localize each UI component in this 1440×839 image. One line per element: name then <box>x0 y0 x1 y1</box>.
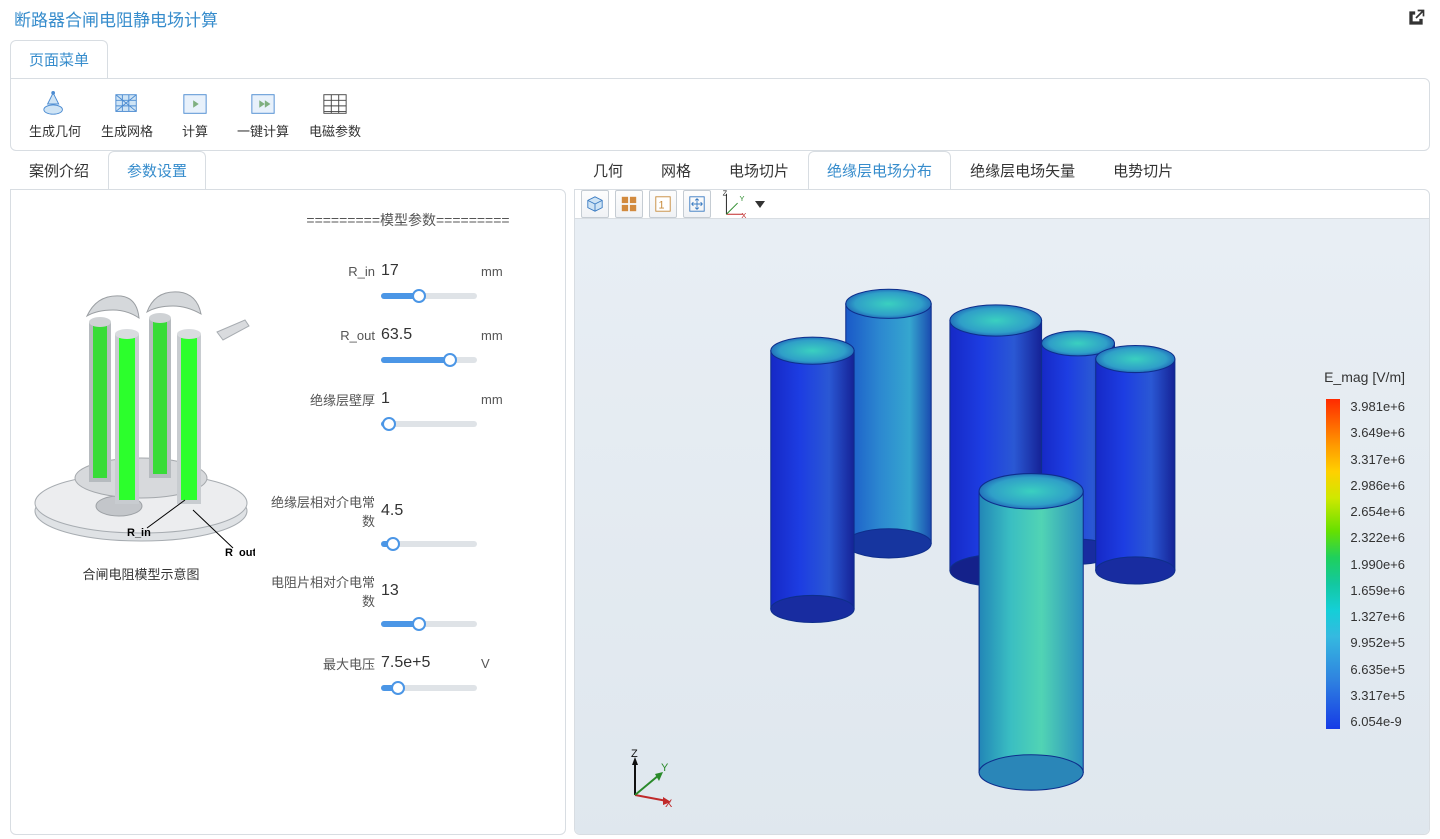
frame-tab-page-menu[interactable]: 页面菜单 <box>10 40 108 78</box>
legend-label: 1.990e+6 <box>1350 557 1405 572</box>
svg-text:X: X <box>665 798 673 807</box>
param-slider-ins-perm[interactable] <box>381 536 477 552</box>
color-legend: 3.981e+6 3.649e+6 3.317e+6 2.986e+6 2.65… <box>1326 399 1405 729</box>
param-unit-r-in: mm <box>481 264 515 279</box>
left-tabs: 案例介绍 参数设置 <box>10 155 566 189</box>
param-label-r-out: R_out <box>267 328 377 343</box>
tab-geometry[interactable]: 几何 <box>574 151 642 189</box>
svg-text:X: X <box>741 211 746 218</box>
one-click-label: 一键计算 <box>237 121 289 140</box>
param-slider-ins-thickness[interactable] <box>381 416 477 432</box>
compute-icon <box>180 91 210 117</box>
param-input-max-v[interactable] <box>381 652 477 674</box>
param-heading: =========模型参数========= <box>267 210 549 230</box>
tab-insulation-efield[interactable]: 绝缘层电场分布 <box>808 151 951 189</box>
reset-view-icon <box>620 195 638 213</box>
table-icon <box>320 91 350 117</box>
legend-label: 3.649e+6 <box>1350 425 1405 440</box>
compute-button[interactable]: 计算 <box>163 87 227 144</box>
diagram-label-rout: R_out <box>225 547 255 556</box>
param-unit-max-v: V <box>481 656 515 671</box>
param-unit-r-out: mm <box>481 328 515 343</box>
colorbar <box>1326 399 1340 729</box>
param-slider-r-out[interactable] <box>381 352 477 368</box>
right-tabs: 几何 网格 电场切片 绝缘层电场分布 绝缘层电场矢量 电势切片 <box>574 155 1430 189</box>
reset-view-button[interactable] <box>615 190 643 218</box>
move-icon <box>688 195 706 213</box>
legend-label: 2.322e+6 <box>1350 530 1405 545</box>
legend-label: 3.317e+5 <box>1350 688 1405 703</box>
geometry-icon <box>40 91 70 117</box>
param-input-ins-thickness[interactable] <box>381 388 477 410</box>
one-click-icon <box>248 91 278 117</box>
diagram-label-rin: R_in <box>127 527 151 539</box>
legend-label: 3.981e+6 <box>1350 399 1405 414</box>
axis-triad-icon: Z Y X <box>717 190 747 218</box>
tab-param-settings[interactable]: 参数设置 <box>108 151 206 189</box>
model-caption: 合闸电阻模型示意图 <box>82 564 199 583</box>
tab-mesh[interactable]: 网格 <box>642 151 710 189</box>
param-input-ins-perm[interactable] <box>381 500 477 522</box>
legend-label: 1.327e+6 <box>1350 609 1405 624</box>
em-param-label: 电磁参数 <box>309 121 361 140</box>
param-input-r-out[interactable] <box>381 324 477 346</box>
render-viewport[interactable]: E_mag [V/m] 3.981e+6 3.649e+6 3.317e+6 2… <box>575 219 1429 835</box>
gen-mesh-label: 生成网格 <box>101 121 153 140</box>
legend-label: 2.986e+6 <box>1350 478 1405 493</box>
tab-potential-slice[interactable]: 电势切片 <box>1094 151 1192 189</box>
main-toolbar: 生成几何 生成网格 计算 一键计算 电磁参数 <box>10 78 1430 151</box>
model-diagram: R_in R_out <box>27 256 255 556</box>
param-unit-ins-thickness: mm <box>481 392 515 407</box>
open-external-icon[interactable] <box>1406 8 1426 28</box>
legend-label: 6.635e+5 <box>1350 662 1405 677</box>
gen-geom-button[interactable]: 生成几何 <box>19 87 91 144</box>
legend-label: 2.654e+6 <box>1350 504 1405 519</box>
scene-light-button[interactable]: 1 <box>649 190 677 218</box>
corner-axis-triad: Z Y X <box>615 747 675 807</box>
legend-label: 9.952e+5 <box>1350 635 1405 650</box>
svg-text:1: 1 <box>659 200 665 212</box>
param-label-r-in: R_in <box>267 264 377 279</box>
param-slider-r-in[interactable] <box>381 288 477 304</box>
param-label-max-v: 最大电压 <box>267 654 377 673</box>
app-title: 断路器合闸电阻静电场计算 <box>14 6 218 31</box>
tab-case-intro[interactable]: 案例介绍 <box>10 151 108 189</box>
gen-geom-label: 生成几何 <box>29 121 81 140</box>
render-scene <box>575 219 1429 835</box>
param-input-res-perm[interactable] <box>381 580 477 602</box>
em-param-button[interactable]: 电磁参数 <box>299 87 371 144</box>
param-slider-res-perm[interactable] <box>381 616 477 632</box>
gen-mesh-button[interactable]: 生成网格 <box>91 87 163 144</box>
legend-label: 3.317e+6 <box>1350 452 1405 467</box>
svg-text:Z: Z <box>723 190 728 198</box>
mesh-icon <box>112 91 142 117</box>
tab-efield-slice[interactable]: 电场切片 <box>710 151 808 189</box>
param-label-ins-thickness: 绝缘层壁厚 <box>267 390 377 409</box>
svg-text:Y: Y <box>661 762 669 774</box>
view-menu-caret-icon[interactable] <box>755 201 765 208</box>
legend-title: E_mag [V/m] <box>1324 369 1405 385</box>
frame-tabs: 页面菜单 <box>10 40 1430 78</box>
svg-text:Y: Y <box>739 194 744 203</box>
param-column: =========模型参数========= R_in mm R_out <box>267 210 549 716</box>
scene-light-icon: 1 <box>654 195 672 213</box>
legend-labels: 3.981e+6 3.649e+6 3.317e+6 2.986e+6 2.65… <box>1350 399 1405 729</box>
view-cube-icon <box>586 195 604 213</box>
move-button[interactable] <box>683 190 711 218</box>
param-input-r-in[interactable] <box>381 260 477 282</box>
view-cube-button[interactable] <box>581 190 609 218</box>
viewport-toolbar: 1 Z Y X <box>575 190 1429 219</box>
legend-label: 6.054e-9 <box>1350 714 1405 729</box>
param-label-ins-perm: 绝缘层相对介电常数 <box>267 492 377 530</box>
legend-label: 1.659e+6 <box>1350 583 1405 598</box>
tab-insulation-vector[interactable]: 绝缘层电场矢量 <box>951 151 1094 189</box>
titlebar: 断路器合闸电阻静电场计算 <box>0 0 1440 36</box>
param-slider-max-v[interactable] <box>381 680 477 696</box>
compute-label: 计算 <box>182 121 208 140</box>
param-label-res-perm: 电阻片相对介电常数 <box>267 572 377 610</box>
svg-text:Z: Z <box>631 748 638 760</box>
one-click-button[interactable]: 一键计算 <box>227 87 299 144</box>
